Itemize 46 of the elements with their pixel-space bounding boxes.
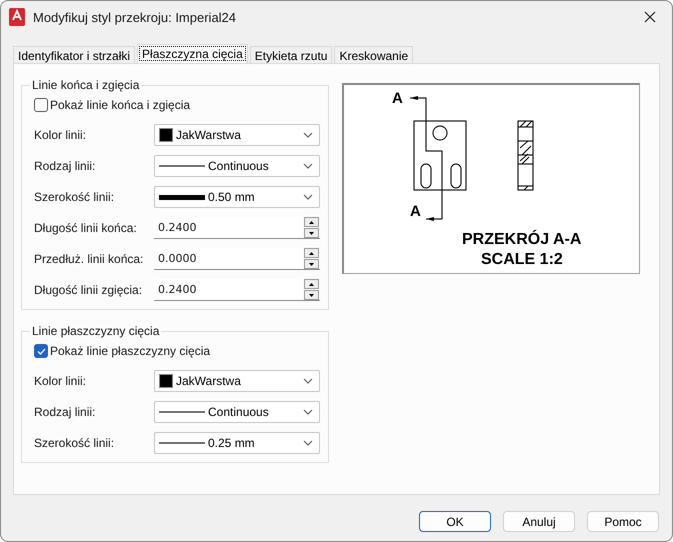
field-label: Kolor linii:: [34, 374, 86, 388]
chevron-icon: [303, 440, 313, 446]
field-label: Kolor linii:: [34, 128, 86, 142]
field-label: Długość linii zgięcia:: [34, 283, 142, 297]
number-spinner[interactable]: 0.2400: [154, 279, 320, 301]
line-sample-icon: [159, 165, 205, 167]
field-label: Długość linii końca:: [34, 221, 137, 235]
tab[interactable]: Identyfikator i strzałki: [13, 46, 136, 63]
app-logo-icon: [9, 8, 25, 26]
tab[interactable]: Etykieta rzutu: [250, 46, 332, 63]
chevron-icon: [303, 194, 313, 200]
close-icon[interactable]: [644, 11, 656, 23]
window-title: Modyfikuj styl przekroju: Imperial24: [33, 10, 238, 24]
field-label: Szerokość linii:: [34, 190, 114, 204]
section-drawing: A A PRZEKRÓJ A-A SCALE 1:2: [344, 85, 638, 272]
checkbox-square[interactable]: [34, 344, 48, 358]
number-spinner[interactable]: 0.0000: [154, 248, 320, 270]
tab[interactable]: Płaszczyzna cięcia: [137, 44, 248, 63]
chevron-icon: [303, 378, 313, 384]
checkbox[interactable]: Pokaż linie płaszczyzny cięcia: [34, 344, 320, 358]
line-dropdown[interactable]: Continuous: [154, 155, 320, 177]
color-dropdown[interactable]: JakWarstwa: [154, 370, 320, 392]
dialog-button[interactable]: Anuluj: [503, 511, 575, 532]
dialog-button[interactable]: Pomoc: [587, 511, 659, 532]
group-title: Linie płaszczyzny cięcia: [31, 324, 160, 338]
chevron-icon: [303, 132, 313, 138]
field-label: Szerokość linii:: [34, 436, 114, 450]
color-dropdown[interactable]: JakWarstwa: [154, 124, 320, 146]
line-dropdown[interactable]: 0.25 mm: [154, 432, 320, 454]
line-sample-icon: [159, 194, 205, 200]
line-dropdown[interactable]: 0.50 mm: [154, 186, 320, 208]
chevron-icon: [303, 163, 313, 169]
number-spinner[interactable]: 0.2400: [154, 217, 320, 239]
checkbox[interactable]: Pokaż linie końca i zgięcia: [34, 98, 320, 112]
line-dropdown[interactable]: Continuous: [154, 401, 320, 423]
line-sample-icon: [159, 442, 205, 444]
field-label: Przedłuż. linii końca:: [34, 252, 144, 266]
checkmark-icon: [36, 348, 46, 354]
checkbox-square[interactable]: [34, 98, 48, 112]
group-title: Linie końca i zgięcia: [31, 78, 140, 92]
line-sample-icon: [159, 411, 205, 413]
field-label: Rodzaj linii:: [34, 405, 96, 419]
dialog-button[interactable]: OK: [419, 511, 491, 532]
chevron-icon: [303, 409, 313, 415]
field-label: Rodzaj linii:: [34, 159, 96, 173]
tab[interactable]: Kreskowanie: [334, 46, 414, 63]
